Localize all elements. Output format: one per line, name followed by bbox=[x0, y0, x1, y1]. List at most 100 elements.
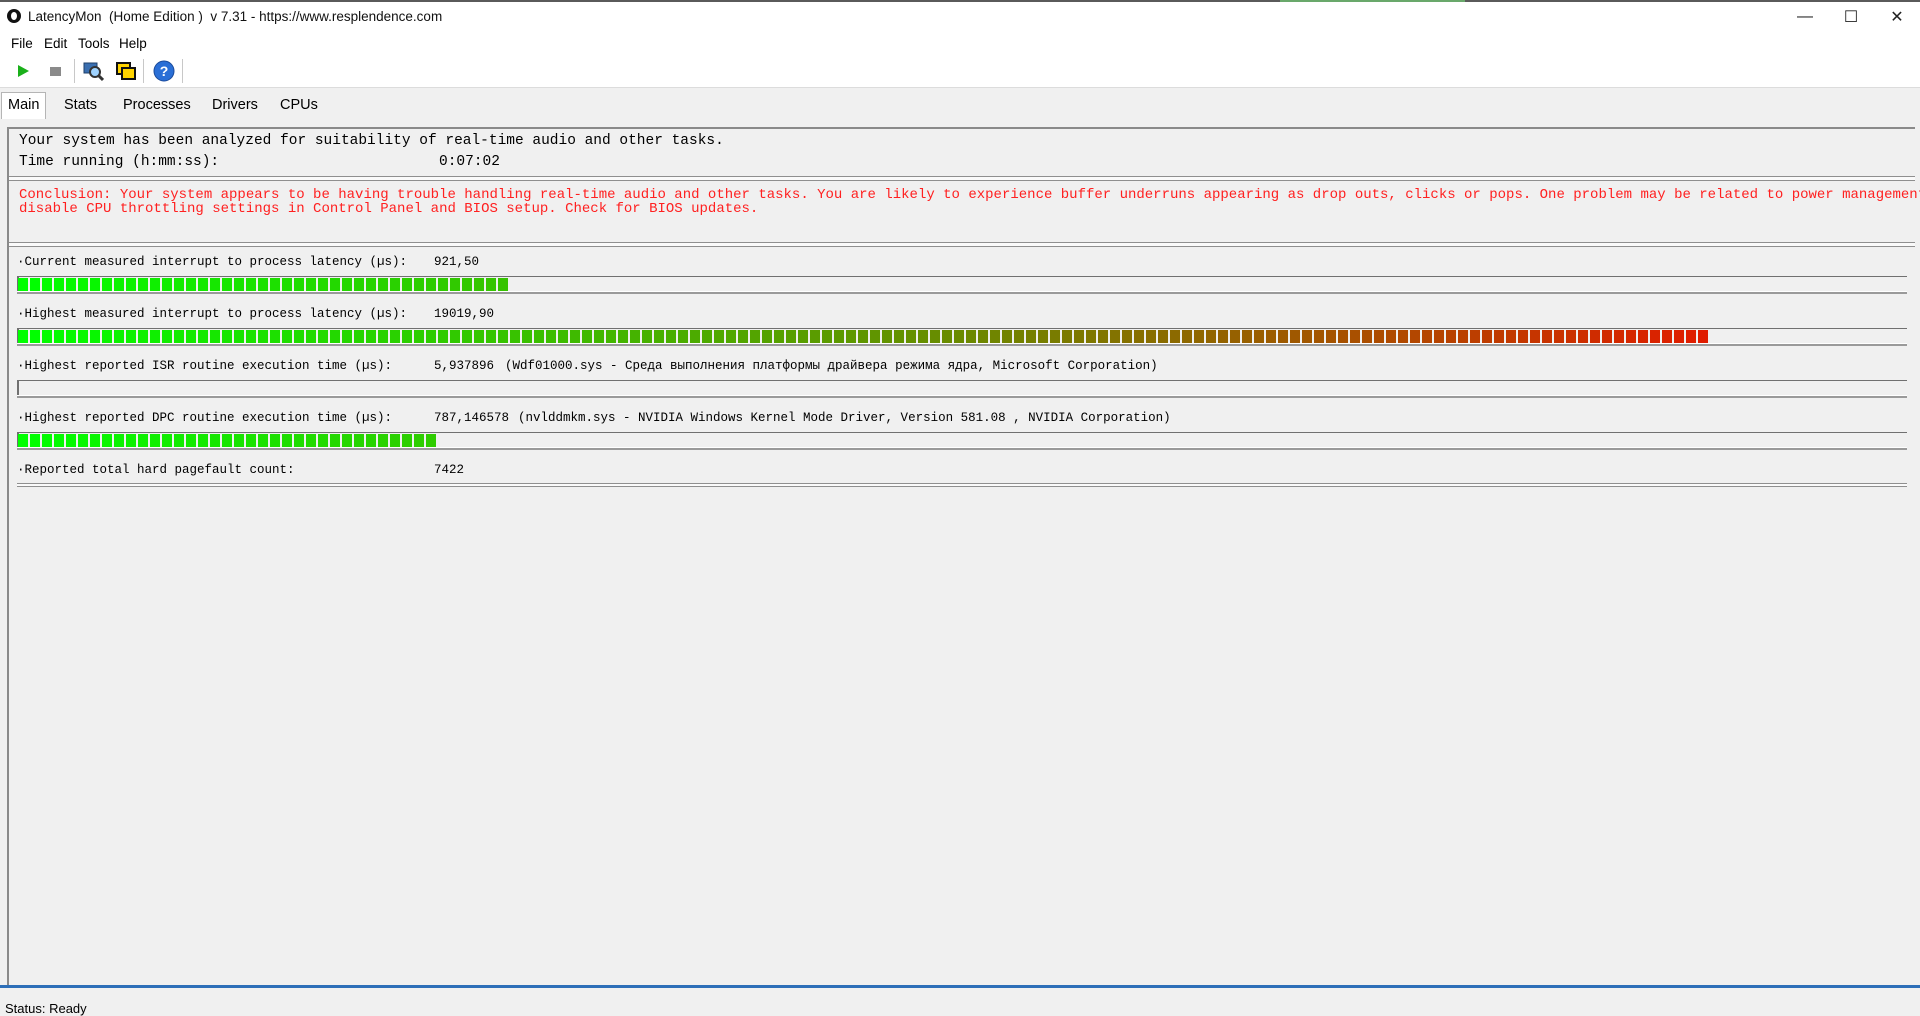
dpc-time-value: 787,146578 bbox=[434, 411, 510, 425]
app-icon bbox=[7, 9, 21, 23]
bar-segment bbox=[90, 278, 100, 291]
bar-segment bbox=[1290, 330, 1300, 343]
bar-segment bbox=[798, 330, 808, 343]
bar-segment bbox=[150, 330, 160, 343]
bar-segment bbox=[426, 330, 436, 343]
bar-segment bbox=[1122, 330, 1132, 343]
close-button[interactable]: ✕ bbox=[1874, 0, 1920, 34]
isr-driver-detail: (Wdf01000.sys - Среда выполнения платфор… bbox=[505, 359, 1158, 373]
bar-segment bbox=[414, 330, 424, 343]
bar-segment bbox=[918, 330, 928, 343]
isr-time-bar bbox=[17, 380, 1907, 398]
maximize-button[interactable]: ☐ bbox=[1828, 0, 1874, 34]
bar-segment bbox=[1554, 330, 1564, 343]
bar-segment bbox=[114, 330, 124, 343]
tab-cpus[interactable]: CPUs bbox=[274, 93, 324, 117]
bar-segment bbox=[354, 434, 364, 447]
stop-icon[interactable] bbox=[43, 59, 67, 83]
bar-segment bbox=[138, 278, 148, 291]
highest-latency-bar-fill bbox=[18, 330, 1710, 343]
bar-segment bbox=[42, 330, 52, 343]
bar-segment bbox=[342, 330, 352, 343]
bar-segment bbox=[114, 278, 124, 291]
bar-segment bbox=[126, 434, 136, 447]
bar-segment bbox=[90, 330, 100, 343]
bar-segment bbox=[474, 330, 484, 343]
conclusion-line-2: disable CPU throttling settings in Contr… bbox=[19, 201, 759, 217]
bar-segment bbox=[834, 330, 844, 343]
bar-segment bbox=[702, 330, 712, 343]
magnifier-icon[interactable] bbox=[81, 59, 105, 83]
bar-segment bbox=[54, 330, 64, 343]
bar-segment bbox=[606, 330, 616, 343]
bar-segment bbox=[1302, 330, 1312, 343]
bar-segment bbox=[18, 330, 28, 343]
bar-segment bbox=[498, 330, 508, 343]
bar-segment bbox=[1530, 330, 1540, 343]
bar-segment bbox=[594, 330, 604, 343]
bar-segment bbox=[1614, 330, 1624, 343]
bar-segment bbox=[810, 330, 820, 343]
highest-latency-label: ·Highest measured interrupt to process l… bbox=[17, 307, 408, 321]
bar-segment bbox=[78, 278, 88, 291]
bar-segment bbox=[174, 330, 184, 343]
bar-segment bbox=[162, 434, 172, 447]
bar-segment bbox=[570, 330, 580, 343]
bar-segment bbox=[270, 278, 280, 291]
conclusion-line-1: Conclusion: Your system appears to be ha… bbox=[19, 187, 1920, 203]
bar-segment bbox=[138, 330, 148, 343]
menu-help[interactable]: Help bbox=[119, 36, 147, 51]
bar-segment bbox=[30, 278, 40, 291]
bar-segment bbox=[1350, 330, 1360, 343]
bar-segment bbox=[234, 330, 244, 343]
bar-segment bbox=[402, 330, 412, 343]
menu-edit[interactable]: Edit bbox=[44, 36, 67, 51]
bar-segment bbox=[246, 434, 256, 447]
isr-time-value: 5,937896 bbox=[434, 359, 495, 373]
bar-segment bbox=[174, 278, 184, 291]
pagefault-value: 7422 bbox=[434, 463, 465, 477]
bar-segment bbox=[1674, 330, 1684, 343]
windows-icon[interactable] bbox=[114, 59, 138, 83]
bar-segment bbox=[1218, 330, 1228, 343]
bar-segment bbox=[582, 330, 592, 343]
bar-segment bbox=[474, 278, 484, 291]
menu-file[interactable]: File bbox=[11, 36, 33, 51]
bar-segment bbox=[114, 434, 124, 447]
menu-tools[interactable]: Tools bbox=[78, 36, 110, 51]
bar-segment bbox=[102, 330, 112, 343]
bar-segment bbox=[330, 330, 340, 343]
bar-segment bbox=[78, 434, 88, 447]
bar-segment bbox=[1434, 330, 1444, 343]
bar-segment bbox=[774, 330, 784, 343]
bar-segment bbox=[246, 330, 256, 343]
tab-processes[interactable]: Processes bbox=[117, 93, 197, 117]
bar-segment bbox=[1518, 330, 1528, 343]
bar-segment bbox=[414, 278, 424, 291]
bar-segment bbox=[486, 330, 496, 343]
bar-segment bbox=[750, 330, 760, 343]
bar-segment bbox=[906, 330, 916, 343]
play-icon[interactable] bbox=[11, 59, 35, 83]
bar-segment bbox=[270, 330, 280, 343]
bar-segment bbox=[714, 330, 724, 343]
tab-main[interactable]: Main bbox=[1, 92, 47, 119]
isr-time-label: ·Highest reported ISR routine execution … bbox=[17, 359, 393, 373]
tab-drivers[interactable]: Drivers bbox=[206, 93, 264, 117]
bar-segment bbox=[1206, 330, 1216, 343]
tab-stats[interactable]: Stats bbox=[58, 93, 103, 117]
bar-segment bbox=[1038, 330, 1048, 343]
bar-segment bbox=[966, 330, 976, 343]
pagefault-label: ·Reported total hard pagefault count: bbox=[17, 463, 295, 477]
bar-segment bbox=[390, 330, 400, 343]
section-divider bbox=[17, 483, 1907, 487]
main-panel: Your system has been analyzed for suitab… bbox=[7, 127, 1920, 989]
bar-segment bbox=[1398, 330, 1408, 343]
help-icon[interactable]: ? bbox=[152, 59, 176, 83]
bar-segment bbox=[66, 434, 76, 447]
bar-segment bbox=[1686, 330, 1696, 343]
minimize-button[interactable]: — bbox=[1782, 0, 1828, 34]
bar-segment bbox=[318, 278, 328, 291]
bar-segment bbox=[738, 330, 748, 343]
bar-segment bbox=[318, 330, 328, 343]
